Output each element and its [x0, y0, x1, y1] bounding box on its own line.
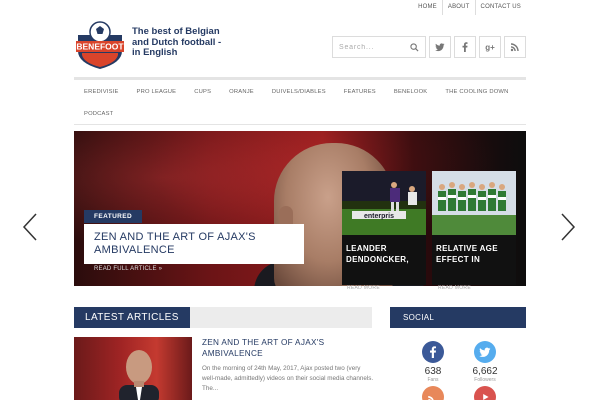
facebook-count: 638 [424, 366, 442, 377]
google-plus-icon: g+ [485, 42, 495, 52]
main-nav-row-1: EREDIVISIE PRO LEAGUE CUPS ORANJE DUIVEL… [74, 80, 526, 104]
twitter-icon [435, 43, 445, 52]
nav-item-features[interactable]: FEATURES [344, 89, 376, 95]
facebook-label: Fans [427, 377, 439, 383]
facebook-icon [462, 42, 468, 52]
nav-item-benelook[interactable]: BENELOOK [394, 89, 428, 95]
side-card-photo: enterpris [342, 171, 426, 235]
facebook-button[interactable] [454, 36, 476, 58]
side-card-read-more-2[interactable]: READ MORE [438, 285, 471, 291]
nav-item-podcast[interactable]: PODCAST [84, 111, 113, 117]
nav-item-pro-league[interactable]: PRO LEAGUE [137, 89, 177, 95]
site-logo[interactable]: BENEFOOT The best of Belgian and Dutch f… [74, 21, 221, 69]
twitter-icon [479, 347, 491, 357]
article-title[interactable]: ZEN AND THE ART OF AJAX'S AMBIVALENCE [202, 338, 362, 359]
nav-item-oranje[interactable]: ORANJE [229, 89, 254, 95]
twitter-count: 6,662 [472, 366, 498, 377]
svg-text:BENEFOOT: BENEFOOT [76, 42, 124, 52]
facebook-circle [422, 341, 444, 363]
twitter-button[interactable] [429, 36, 451, 58]
social-facebook[interactable]: 638 Fans [413, 341, 453, 383]
chevron-left-icon [22, 213, 37, 241]
hero-title-box[interactable]: ZEN AND THE ART OF AJAX'S AMBIVALENCE [84, 224, 304, 264]
side-card-relative-age[interactable]: RELATIVE AGE EFFECT IN [432, 171, 516, 285]
search-icon[interactable] [410, 42, 419, 52]
twitter-circle [474, 341, 496, 363]
read-full-article-link[interactable]: READ FULL ARTICLE » [94, 266, 162, 272]
rss-button[interactable] [504, 36, 526, 58]
social-twitter[interactable]: 6,662 Followers [465, 341, 505, 383]
youtube-circle [474, 386, 496, 400]
svg-text:enterpris: enterpris [364, 213, 394, 220]
social-rss[interactable] [413, 386, 453, 400]
side-card-photo [432, 171, 516, 235]
nav-item-cooling-down[interactable]: THE COOLING DOWN [445, 89, 508, 95]
rss-icon [428, 396, 434, 400]
nav-item-eredivisie[interactable]: EREDIVISIE [84, 89, 119, 95]
latest-articles-heading: LATEST ARTICLES [74, 307, 190, 328]
top-links: HOME ABOUT CONTACT US [413, 0, 526, 15]
article-thumbnail[interactable] [74, 337, 192, 400]
nav-item-cups[interactable]: CUPS [194, 89, 211, 95]
rss-circle [422, 386, 444, 400]
google-plus-button[interactable]: g+ [479, 36, 501, 58]
twitter-label: Followers [474, 377, 496, 383]
search-input[interactable] [339, 43, 399, 51]
side-card-read-more-1[interactable]: READ MORE [347, 285, 380, 291]
article-thumbnail-photo [119, 350, 159, 400]
benefoot-logo-badge: BENEFOOT [76, 21, 124, 69]
nav-item-duivels-diables[interactable]: DUIVELS/DIABLES [272, 89, 326, 95]
latest-articles-header: LATEST ARTICLES [74, 307, 372, 328]
facebook-icon [430, 346, 436, 358]
site-tagline: The best of Belgian and Dutch football -… [132, 26, 222, 58]
side-card-title: LEANDER DENDONCKER, [346, 244, 409, 264]
slider-next-arrow[interactable] [560, 212, 576, 242]
main-nav-row-2: PODCAST [74, 104, 526, 124]
main-nav: EREDIVISIE PRO LEAGUE CUPS ORANJE DUIVEL… [74, 77, 526, 125]
article-excerpt: On the morning of 24th May, 2017, Ajax p… [202, 365, 374, 392]
top-link-home[interactable]: HOME [413, 0, 442, 15]
chevron-right-icon [561, 213, 576, 241]
social-heading: SOCIAL [390, 307, 526, 328]
header-tools: g+ [332, 36, 526, 58]
side-card-title: RELATIVE AGE EFFECT IN [436, 244, 498, 264]
top-link-contact[interactable]: CONTACT US [474, 0, 526, 15]
featured-tag: FEATURED [84, 210, 143, 223]
social-youtube[interactable] [465, 386, 505, 400]
hero-title[interactable]: ZEN AND THE ART OF AJAX'S AMBIVALENCE [94, 231, 294, 257]
rss-icon [510, 43, 519, 52]
slider-prev-arrow[interactable] [22, 212, 38, 242]
top-link-about[interactable]: ABOUT [441, 0, 475, 15]
side-card-dendoncker[interactable]: enterpris LEANDER DENDONCKER, [342, 171, 426, 285]
youtube-icon [483, 394, 489, 400]
search-box [332, 36, 426, 58]
